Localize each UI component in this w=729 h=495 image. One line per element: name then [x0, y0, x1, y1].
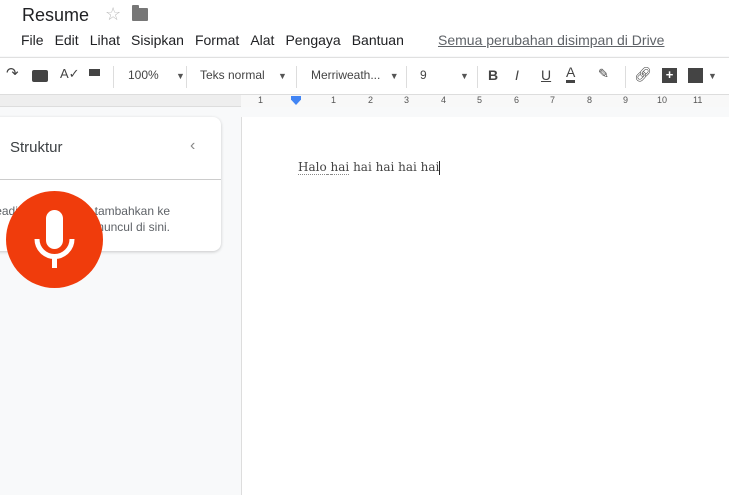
menu-format[interactable]: Format — [195, 32, 239, 48]
menu-file[interactable]: File — [21, 32, 44, 48]
highlight-icon[interactable]: ✎ — [598, 66, 609, 82]
ruler-label: 1 — [331, 95, 337, 105]
ruler-label: 3 — [404, 95, 410, 105]
style-value: Teks normal — [200, 68, 265, 82]
voice-typing-mic-button[interactable] — [6, 191, 103, 288]
text-run: hai hai hai hai — [349, 160, 440, 174]
star-icon[interactable]: ☆ — [105, 4, 121, 25]
add-comment-icon[interactable]: + — [662, 68, 677, 83]
text-color-icon[interactable]: A — [566, 64, 576, 83]
menu-edit[interactable]: Edit — [55, 32, 79, 48]
menu-bar: File Edit Lihat Sisipkan Format Alat Pen… — [21, 32, 415, 48]
ruler[interactable]: 1 1 2 3 4 5 6 7 8 9 10 11 — [0, 94, 729, 107]
menu-view[interactable]: Lihat — [90, 32, 120, 48]
menu-help[interactable]: Bantuan — [352, 32, 404, 48]
ruler-label: 8 — [587, 95, 593, 105]
document-text[interactable]: Halo hai hai hai hai hai — [298, 160, 441, 175]
ruler-label: 7 — [550, 95, 556, 105]
font-size-select[interactable]: 9 ▼ — [420, 68, 469, 82]
ruler-label: 1 — [258, 95, 264, 105]
save-status-link[interactable]: Semua perubahan disimpan di Drive — [438, 32, 664, 48]
image-icon[interactable] — [688, 68, 703, 83]
underline-icon[interactable]: U — [541, 67, 551, 83]
ruler-label: 5 — [477, 95, 483, 105]
document-title[interactable]: Resume — [22, 5, 89, 26]
italic-icon[interactable]: I — [515, 67, 519, 83]
font-size-value: 9 — [420, 68, 427, 82]
style-select[interactable]: Teks normal ▼ — [200, 68, 287, 82]
word: Halo — [298, 160, 327, 175]
word: hai — [330, 160, 350, 175]
folder-icon[interactable] — [132, 5, 148, 21]
ruler-label: 9 — [623, 95, 629, 105]
font-select[interactable]: Merriweath... ▼ — [311, 68, 399, 82]
ruler-label: 11 — [693, 95, 703, 105]
zoom-select[interactable]: 100% ▼ — [128, 68, 185, 82]
redo-icon[interactable]: ↷ — [6, 64, 19, 82]
bold-icon[interactable]: B — [488, 67, 498, 83]
font-value: Merriweath... — [311, 68, 381, 82]
text-cursor — [439, 160, 441, 175]
paint-format-icon[interactable] — [89, 69, 100, 76]
menu-insert[interactable]: Sisipkan — [131, 32, 184, 48]
chevron-left-icon[interactable]: ‹ — [190, 137, 195, 155]
outline-title: Struktur — [10, 139, 63, 156]
ruler-label: 6 — [514, 95, 520, 105]
ruler-label: 4 — [441, 95, 447, 105]
title-bar: Resume ☆ File Edit Lihat Sisipkan Format… — [0, 0, 729, 56]
image-dropdown-icon[interactable]: ▼ — [708, 71, 717, 81]
menu-addons[interactable]: Pengaya — [285, 32, 340, 48]
spellcheck-icon[interactable]: A✓ — [60, 66, 80, 82]
document-page[interactable]: Halo hai hai hai hai hai — [241, 117, 729, 495]
ruler-label: 2 — [368, 95, 374, 105]
print-icon[interactable] — [32, 70, 48, 82]
zoom-value: 100% — [128, 68, 159, 82]
link-icon[interactable]: 🔗︎ — [634, 66, 652, 83]
microphone-icon — [34, 210, 75, 268]
ruler-label: 10 — [657, 95, 668, 105]
menu-tools[interactable]: Alat — [250, 32, 274, 48]
toolbar: ↷ A✓ 100% ▼ Teks normal ▼ Merriweath... … — [0, 57, 729, 94]
